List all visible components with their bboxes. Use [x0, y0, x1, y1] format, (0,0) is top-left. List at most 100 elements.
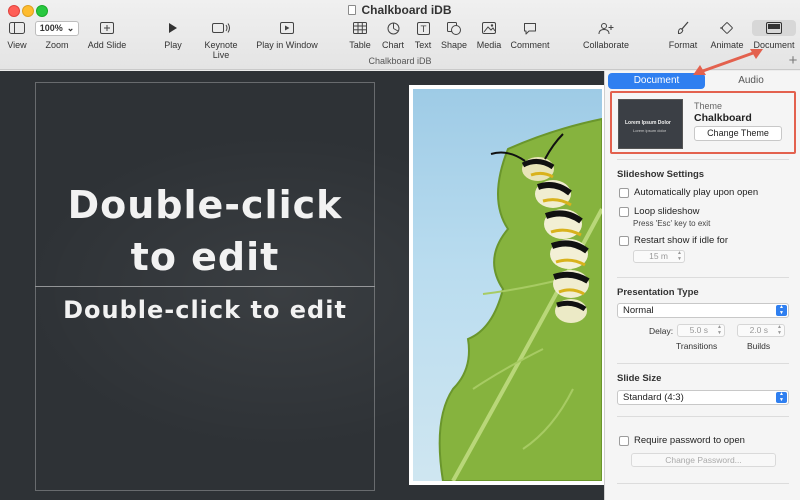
theme-thumb-title: Lorem Ipsum Dolor — [625, 120, 671, 126]
divider — [617, 363, 789, 364]
chart-label: Chart — [381, 40, 404, 50]
play-in-window-button[interactable]: Play in Window — [256, 20, 318, 50]
format-label: Format — [668, 40, 698, 50]
media-label: Media — [476, 40, 502, 50]
theme-caption: Theme — [694, 101, 723, 111]
table-label: Table — [349, 40, 371, 50]
stepper-arrows-icon[interactable]: ▲ ▼ — [777, 324, 782, 336]
builds-label: Builds — [747, 341, 771, 351]
play-button[interactable]: Play — [160, 20, 186, 50]
comment-label: Comment — [510, 40, 550, 50]
restart-checkbox[interactable] — [619, 235, 629, 246]
tab-audio[interactable]: Audio — [705, 73, 797, 89]
media-icon — [475, 20, 503, 36]
svg-text:T: T — [419, 25, 426, 35]
loop-checkbox-row[interactable]: Loop slideshow — [619, 206, 700, 217]
presentation-type-value: Normal — [623, 305, 654, 316]
animate-button[interactable]: Animate — [708, 20, 746, 50]
comment-icon — [510, 20, 550, 36]
theme-thumbnail[interactable]: Lorem Ipsum Dolor Lorem ipsum dolor — [618, 99, 683, 149]
slide-title-text[interactable]: Double-click to edit — [40, 179, 370, 283]
slide-canvas[interactable]: Double-click to edit Double-click to edi… — [0, 71, 604, 500]
autoplay-checkbox[interactable] — [619, 187, 629, 198]
select-arrows-icon: ▲ ▼ — [776, 391, 787, 403]
slide-size-select[interactable]: Standard (4:3) ▲ ▼ — [617, 390, 789, 405]
text-label: Text — [414, 40, 432, 50]
zoom-control[interactable]: 100% ⌄ Zoom — [35, 20, 79, 50]
document-inspector-icon — [752, 20, 796, 36]
idle-time-value: 15 m — [649, 251, 668, 261]
change-password-button: Change Password... — [631, 453, 776, 467]
collaborate-icon — [582, 20, 630, 36]
autoplay-label: Automatically play upon open — [634, 187, 759, 198]
collaborate-button[interactable]: Collaborate — [582, 20, 630, 50]
loop-checkbox[interactable] — [619, 206, 629, 217]
media-button[interactable]: Media — [475, 20, 503, 50]
chart-icon — [380, 20, 406, 36]
stepper-arrows-icon[interactable]: ▲ ▼ — [717, 324, 722, 336]
presentation-type-title: Presentation Type — [617, 287, 699, 298]
password-checkbox-row[interactable]: Require password to open — [619, 435, 745, 446]
add-slide-icon — [85, 20, 129, 36]
keynote-live-icon — [195, 20, 247, 36]
zoom-label: Zoom — [45, 40, 69, 50]
theme-thumb-subtitle: Lorem ipsum dolor — [633, 128, 667, 133]
format-button[interactable]: Format — [666, 20, 700, 50]
caterpillar-image — [413, 89, 602, 481]
view-icon — [5, 20, 29, 36]
chart-button[interactable]: Chart — [380, 20, 406, 50]
zoom-select[interactable]: 100% ⌄ — [35, 20, 79, 36]
view-button[interactable]: View — [5, 20, 29, 50]
animate-icon — [708, 20, 746, 36]
stepper-arrows-icon[interactable]: ▲ ▼ — [677, 250, 682, 262]
delay-label: Delay: — [649, 326, 674, 336]
theme-section-highlight: Lorem Ipsum Dolor Lorem ipsum dolor Them… — [610, 91, 796, 154]
presentation-type-select[interactable]: Normal ▲ ▼ — [617, 303, 789, 318]
shape-icon — [440, 20, 468, 36]
transitions-delay-stepper[interactable]: 5.0 s ▲ ▼ — [677, 324, 725, 337]
tab-document[interactable]: Document — [608, 73, 705, 89]
slide-size-title: Slide Size — [617, 373, 662, 384]
collaborate-label: Collaborate — [582, 40, 630, 50]
add-slide-button[interactable]: Add Slide — [85, 20, 129, 50]
animate-label: Animate — [710, 40, 744, 50]
slide-body-text[interactable]: Double-click to edit — [40, 296, 370, 324]
builds-delay-stepper[interactable]: 2.0 s ▲ ▼ — [737, 324, 785, 337]
builds-delay-value: 2.0 s — [749, 325, 768, 335]
add-sheet-plus-icon[interactable]: + — [785, 53, 800, 70]
change-theme-button[interactable]: Change Theme — [694, 126, 782, 141]
toolbar: Chalkboard iDB View 100% ⌄ Zoom Add Slide… — [0, 0, 800, 70]
table-icon — [347, 20, 373, 36]
idle-time-stepper[interactable]: 15 m ▲ ▼ — [633, 250, 685, 263]
autoplay-checkbox-row[interactable]: Automatically play upon open — [619, 187, 758, 198]
divider — [617, 159, 789, 160]
shape-button[interactable]: Shape — [440, 20, 468, 50]
play-label: Play — [164, 40, 182, 50]
divider — [617, 483, 789, 484]
shape-label: Shape — [440, 40, 468, 50]
text-icon: T — [412, 20, 434, 36]
document-inspector: + Document Audio Lorem Ipsum Dolor Lorem… — [604, 53, 800, 500]
paintbrush-icon — [666, 20, 700, 36]
divider — [617, 416, 789, 417]
comment-button[interactable]: Comment — [510, 20, 550, 50]
select-arrows-icon: ▲ ▼ — [776, 304, 787, 316]
transitions-label: Transitions — [676, 341, 718, 351]
password-label: Require password to open — [634, 435, 745, 446]
divider — [617, 277, 789, 278]
keynote-live-button[interactable]: Keynote Live — [195, 20, 247, 60]
document-label: Document — [753, 40, 795, 50]
view-label: View — [7, 40, 27, 50]
inspector-tabs: Document Audio — [605, 71, 800, 91]
document-subtitle: Chalkboard iDB — [368, 56, 432, 66]
document-button[interactable]: Document — [752, 20, 796, 50]
chevron-down-icon: ⌄ — [66, 22, 75, 33]
restart-checkbox-row[interactable]: Restart show if idle for — [619, 235, 728, 246]
password-checkbox[interactable] — [619, 435, 629, 446]
loop-label: Loop slideshow — [634, 206, 700, 217]
play-icon — [160, 20, 186, 36]
table-button[interactable]: Table — [347, 20, 373, 50]
slide-size-value: Standard (4:3) — [623, 392, 684, 403]
caterpillar-photo[interactable] — [409, 85, 604, 485]
text-button[interactable]: T Text — [412, 20, 434, 50]
